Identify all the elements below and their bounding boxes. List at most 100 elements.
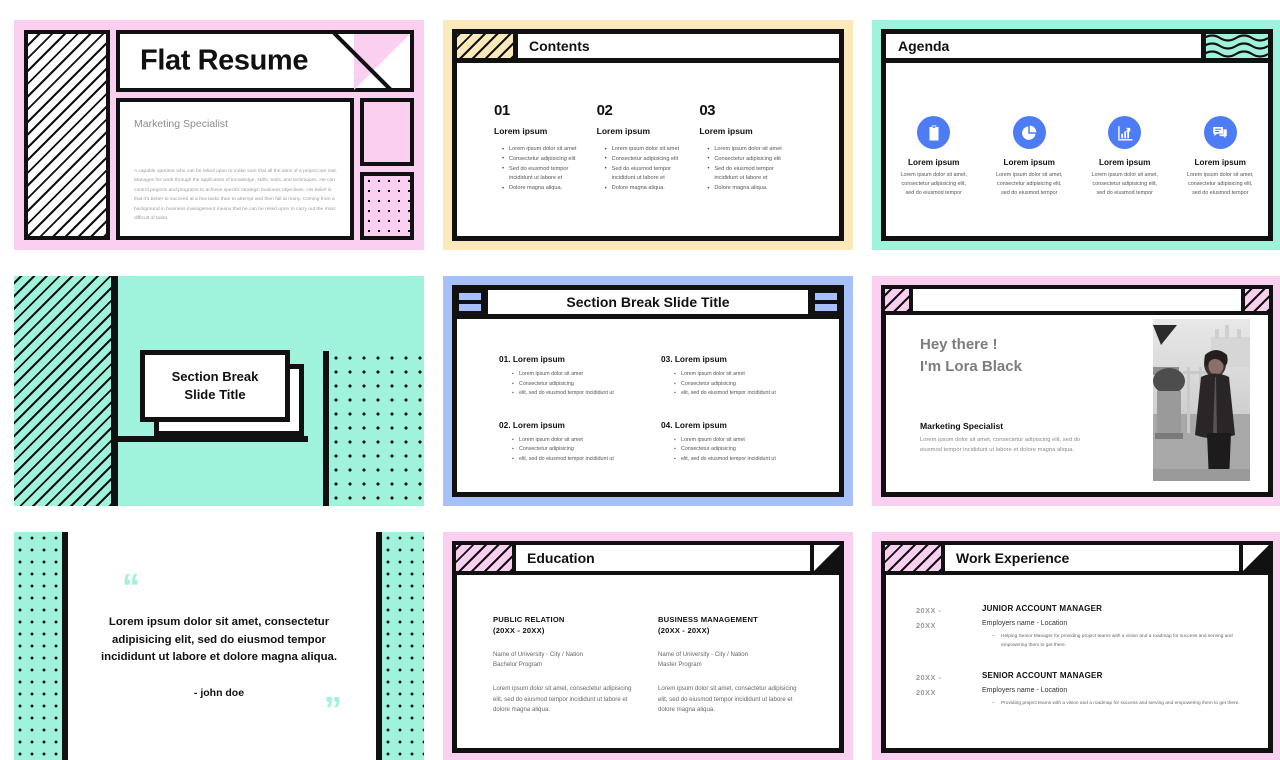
slide-education[interactable]: Education PUBLIC RELATION (20XX - 20XX) … <box>443 532 853 760</box>
slide2-header: Contents <box>452 29 844 63</box>
employer-location: Employers name - Location <box>982 687 1068 695</box>
column-bullets: Lorem ipsum dolor sit amet Consectetur a… <box>597 145 686 194</box>
list-item: Sed do eiusmod tempor incididunt ut labo… <box>707 164 788 185</box>
education-columns: PUBLIC RELATION (20XX - 20XX) Name of Un… <box>493 614 823 716</box>
section-item: 02. Lorem ipsum Lorem ipsum dolor sit am… <box>499 420 661 465</box>
stripe-swatch-icon <box>885 545 941 571</box>
list-item: elit, sed do eiusmod tempor incididunt u… <box>512 455 661 465</box>
section-heading: Section Break Slide Title <box>488 290 808 314</box>
contents-column: 03 Lorem ipsum Lorem ipsum dolor sit ame… <box>699 102 802 194</box>
list-item: Consectetur adipisicing elit <box>707 154 788 164</box>
experience-years: 20XX - 20XX <box>916 673 942 697</box>
education-description: Lorem ipsum dolor sit amet, consectetur … <box>658 685 797 714</box>
list-item: elit, sed do eiusmod tempor incididunt u… <box>674 389 823 399</box>
role-label: Marketing Specialist <box>134 118 228 130</box>
quote-close-icon: ” <box>324 689 342 730</box>
stripe-swatch-right-icon <box>1245 289 1269 311</box>
slide-section-break-cover[interactable]: Section Break Slide Title <box>14 276 424 506</box>
job-bullets: Providing project teams with a vision an… <box>982 700 1258 709</box>
agenda-item[interactable]: Lorem ipsum Lorem ipsum dolor sit amet, … <box>987 116 1071 198</box>
list-item: Lorem ipsum dolor sit amet <box>502 145 583 155</box>
slide-agenda[interactable]: Agenda Lorem ipsum Lorem ipsum dolor sit… <box>872 20 1280 250</box>
page-title: Flat Resume <box>140 44 309 77</box>
slide-work-experience[interactable]: Work Experience 20XX - 20XX JUNIOR ACCOU… <box>872 532 1280 760</box>
list-item: Sed do eiusmod tempor incididunt ut labo… <box>502 164 583 185</box>
section-items: 01. Lorem ipsum Lorem ipsum dolor sit am… <box>499 354 823 485</box>
experience-rows: 20XX - 20XX JUNIOR ACCOUNT MANAGER Emplo… <box>916 604 1258 730</box>
list-item: Sed do eiusmod tempor incididunt ut labo… <box>605 164 686 185</box>
greeting: Hey there ! I'm Lora Black <box>920 334 1022 378</box>
list-item: Consectetur adipisicing <box>512 380 661 390</box>
list-item: Dolore magna aliqua. <box>605 184 686 194</box>
job-title: JUNIOR ACCOUNT MANAGER <box>982 604 1103 613</box>
contents-column: 01 Lorem ipsum Lorem ipsum dolor sit ame… <box>494 102 597 194</box>
column-bullets: Lorem ipsum dolor sit amet Consectetur a… <box>699 145 788 194</box>
dotted-accent-panel <box>329 351 424 506</box>
section-item: 01. Lorem ipsum Lorem ipsum dolor sit am… <box>499 354 661 399</box>
title-box: Flat Resume <box>116 30 414 92</box>
contents-column: 02 Lorem ipsum Lorem ipsum dolor sit ame… <box>597 102 700 194</box>
section-break-title-line2: Slide Title <box>184 387 246 402</box>
vertical-divider <box>111 276 118 506</box>
agenda-item[interactable]: Lorem ipsum Lorem ipsum dolor sit amet, … <box>892 116 976 198</box>
pie-chart-icon <box>1012 116 1046 149</box>
section-break-title-line1: Section Break <box>171 369 259 385</box>
agenda-item-desc: Lorem ipsum dolor sit amet, consectetur … <box>995 172 1063 196</box>
agenda-item-title: Lorem ipsum <box>1003 158 1055 167</box>
folded-corner-icon <box>1239 541 1273 575</box>
agenda-items: Lorem ipsum Lorem ipsum dolor sit amet, … <box>886 116 1268 198</box>
list-item: Lorem ipsum dolor sit amet <box>674 436 823 446</box>
agenda-item-desc: Lorem ipsum dolor sit amet, consectetur … <box>1186 172 1254 196</box>
bar-chart-growth-icon <box>1108 116 1142 149</box>
list-item: Lorem ipsum dolor sit amet <box>512 436 661 446</box>
about-description: Lorem ipsum dolor sit amet, consectetur … <box>920 437 1081 454</box>
slide-about-me[interactable]: Hey there ! I'm Lora Black Marketing Spe… <box>872 276 1280 506</box>
column-number: 01 <box>494 102 510 119</box>
list-item: Helping Senior Manager for providing pro… <box>992 633 1258 650</box>
bio-paragraph: A capable operator who can be relied upo… <box>134 168 338 222</box>
list-item: Consectetur adipisicing elit <box>502 154 583 164</box>
agenda-item-title: Lorem ipsum <box>1194 158 1246 167</box>
stripe-swatch-icon <box>456 545 512 571</box>
list-item: elit, sed do eiusmod tempor incididunt u… <box>674 455 823 465</box>
slide-quote[interactable]: “ Lorem ipsum dolor sit amet, consectetu… <box>14 532 424 760</box>
university-info: Name of University - City / Nation Maste… <box>658 650 749 669</box>
degree-title: PUBLIC RELATION (20XX - 20XX) <box>493 615 565 636</box>
agenda-item-desc: Lorem ipsum dolor sit amet, consectetur … <box>1091 172 1158 196</box>
section-item-title: 02. Lorem ipsum <box>499 419 565 430</box>
list-item: Consectetur adipisicing elit <box>605 154 686 164</box>
agenda-item[interactable]: Lorem ipsum Lorem ipsum dolor sit amet, … <box>1178 116 1262 198</box>
dotted-accent-box <box>360 172 414 240</box>
job-title: SENIOR ACCOUNT MANAGER <box>982 671 1103 681</box>
dotted-panel-left <box>14 532 62 760</box>
degree-title: BUSINESS MANAGEMENT (20XX - 20XX) <box>658 615 758 636</box>
column-number: 02 <box>596 102 613 119</box>
section-item: 04. Lorem ipsum Lorem ipsum dolor sit am… <box>661 420 823 465</box>
header-bar <box>913 289 1241 311</box>
experience-row: 20XX - 20XX JUNIOR ACCOUNT MANAGER Emplo… <box>916 604 1258 650</box>
education-entry: PUBLIC RELATION (20XX - 20XX) Name of Un… <box>493 614 658 716</box>
list-item: Lorem ipsum dolor sit amet <box>674 370 823 380</box>
university-info: Name of University - City / Nation Bache… <box>493 650 584 669</box>
slide9-header: Work Experience <box>881 541 1273 575</box>
agenda-item[interactable]: Lorem ipsum Lorem ipsum dolor sit amet, … <box>1083 116 1167 198</box>
section-item-bullets: Lorem ipsum dolor sit amet Consectetur a… <box>499 436 661 465</box>
pink-accent-box <box>360 98 414 166</box>
slide-contents[interactable]: Contents 01 Lorem ipsum Lorem ipsum dolo… <box>443 20 853 250</box>
experience-detail: JUNIOR ACCOUNT MANAGER Employers name - … <box>982 604 1258 650</box>
slide-title[interactable]: Flat Resume Marketing Specialist A capab… <box>14 20 424 250</box>
column-number: 03 <box>699 102 715 119</box>
job-bullets: Helping Senior Manager for providing pro… <box>982 633 1258 650</box>
column-subtitle: Lorem ipsum <box>494 126 548 136</box>
list-item: Providing project teams with a vision an… <box>992 700 1258 709</box>
education-entry: BUSINESS MANAGEMENT (20XX - 20XX) Name o… <box>658 614 823 716</box>
portrait-photo <box>1153 319 1250 481</box>
greeting-line2: I'm Lora Black <box>920 357 1022 375</box>
slide-section-break-list[interactable]: Section Break Slide Title 01. Lorem ipsu… <box>443 276 853 506</box>
list-item: Dolore magna aliqua. <box>502 184 583 194</box>
list-item: Consectetur adipisicing <box>512 445 661 455</box>
quote-open-icon: “ <box>122 566 140 607</box>
folded-corner-icon <box>810 541 844 575</box>
section-item-title: 04. Lorem ipsum <box>661 419 727 430</box>
dotted-panel-right <box>382 532 424 760</box>
